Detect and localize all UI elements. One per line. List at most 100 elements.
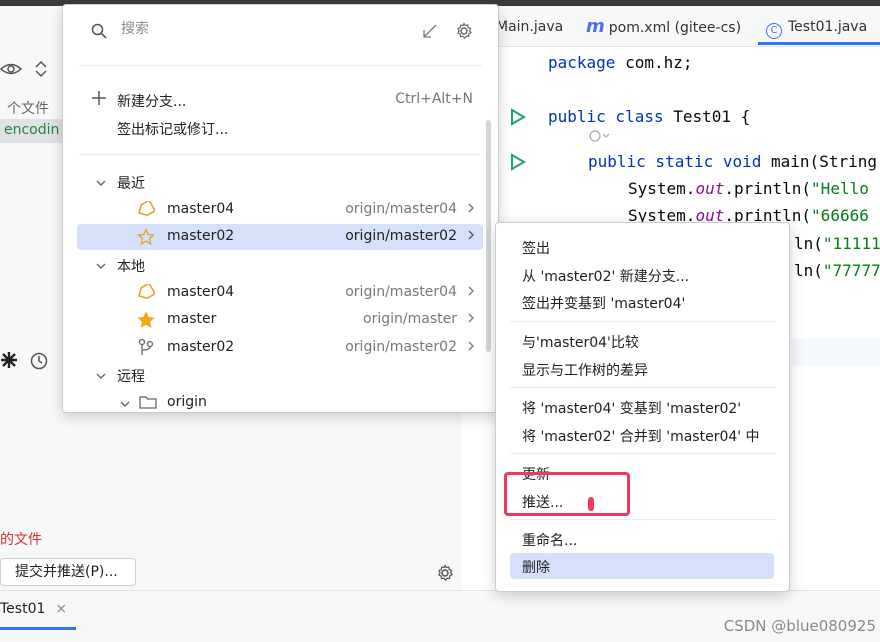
code-line-2: public class Test01 { [548, 107, 750, 126]
tracking-branch: origin/master02 [345, 228, 457, 244]
branch-name: master [167, 311, 217, 327]
tab-label: Test01 [0, 601, 46, 617]
menu-item-show-diff[interactable]: 显示与工作树的差异 [510, 356, 774, 382]
code-line-6: ln("11111 [794, 234, 880, 253]
chevron-right-icon [467, 285, 475, 301]
tab-main-java[interactable]: Main.java [496, 19, 563, 35]
editor-tab-bar: Main.java m pom.xml (gitee-cs) C Test01.ja… [462, 6, 880, 47]
string-literal: "Hello [811, 179, 869, 198]
separator [510, 519, 776, 520]
popup-scrollbar[interactable] [486, 120, 491, 352]
group-label: 本地 [117, 259, 145, 275]
tab-label: pom.xml (gitee-cs) [608, 20, 742, 36]
code-text: com.hz; [615, 53, 693, 72]
separator [79, 65, 482, 66]
branch-row-local-master04[interactable]: master04 origin/master04 [77, 280, 483, 306]
action-label: 签出标记或修订... [117, 122, 229, 138]
tag-icon [137, 199, 157, 221]
menu-item-label: 从 'master02' 新建分支... [522, 269, 690, 285]
maven-icon: m [586, 16, 605, 37]
tracking-branch: origin/master04 [345, 201, 457, 217]
field: out [695, 179, 725, 198]
keyword: public static void [588, 152, 762, 171]
chevron-right-icon [467, 340, 475, 356]
tab-pom-xml[interactable]: m pom.xml (gitee-cs) [586, 16, 741, 37]
menu-item-compare[interactable]: 与'master04'比较 [510, 328, 774, 354]
menu-item-new-branch-from[interactable]: 从 'master02' 新建分支... [510, 262, 774, 288]
gear-icon[interactable] [436, 564, 454, 586]
code-text: ln( [794, 261, 823, 280]
ai-hint-icon[interactable] [588, 129, 612, 147]
plus-icon [91, 90, 107, 110]
menu-item-label: 显示与工作树的差异 [522, 363, 648, 379]
menu-item-checkout[interactable]: 签出 [510, 234, 774, 260]
menu-item-label: 与'master04'比较 [522, 335, 639, 351]
remote-origin-folder[interactable]: origin [77, 390, 483, 412]
new-branch-action[interactable]: 新建分支... Ctrl+Alt+N [77, 87, 483, 113]
group-label: 远程 [117, 369, 145, 385]
string-literal: "11111 [822, 234, 880, 253]
branch-row-local-master02[interactable]: master02 origin/master02 [77, 335, 483, 361]
bottom-tool-bar: Test01 × CSDN @blue080925 [0, 590, 880, 642]
branch-name: master02 [167, 339, 235, 355]
code-line-1: package com.hz; [548, 53, 693, 72]
tracking-branch: origin/master02 [345, 339, 457, 355]
folder-icon [139, 395, 157, 412]
separator [510, 387, 776, 388]
changelist-row[interactable]: encodin [0, 119, 70, 143]
separator [510, 321, 776, 322]
tab-label: Main.java [496, 19, 564, 35]
active-tab-indicator [758, 42, 880, 45]
menu-item-label: 签出 [522, 241, 550, 257]
branch-name: master04 [167, 284, 235, 300]
search-bar [63, 5, 498, 57]
code-text: .println( [724, 179, 812, 198]
search-input[interactable] [119, 20, 403, 38]
menu-item-label: 将 'master02' 合并到 'master04' 中 [522, 429, 760, 445]
run-tab-test01[interactable]: Test01 × [0, 601, 67, 617]
menu-item-delete[interactable]: 删除 [510, 553, 774, 579]
collapse-icon[interactable] [423, 24, 437, 42]
active-tab-indicator [0, 627, 76, 630]
tab-label: Test01.java [788, 19, 868, 35]
settings-gear-icon[interactable] [455, 22, 473, 44]
remote-name: origin [167, 394, 207, 410]
string-literal: "77777 [822, 261, 880, 280]
code-text: main(String [761, 152, 877, 171]
branch-name: master02 [167, 228, 235, 244]
remote-group-header[interactable]: 远程 [77, 362, 483, 388]
eye-icon[interactable] [0, 58, 23, 80]
github-icon[interactable] [0, 351, 18, 373]
commit-and-push-button[interactable]: 提交并推送(P)... [0, 558, 136, 586]
menu-item-rebase[interactable]: 将 'master04' 变基到 'master02' [510, 394, 774, 420]
menu-item-rename[interactable]: 重命名... [510, 526, 774, 552]
code-line-3: public static void main(String [588, 152, 877, 171]
local-group-header[interactable]: 本地 [77, 252, 483, 278]
branch-row-recent-master04[interactable]: master04 origin/master04 [77, 197, 483, 223]
run-class-icon[interactable] [510, 108, 526, 130]
watermark: CSDN @blue080925 [723, 617, 876, 635]
action-label: 新建分支... [117, 94, 187, 110]
checkout-tag-action[interactable]: 签出标记或修订... [77, 115, 483, 141]
expand-collapse-icon[interactable] [34, 60, 48, 82]
group-label: 最近 [117, 176, 145, 192]
menu-item-merge[interactable]: 将 'master02' 合并到 'master04' 中 [510, 422, 774, 448]
tab-test01-java[interactable]: C Test01.java [766, 19, 867, 39]
changelist-row-label: encodin [4, 122, 60, 138]
menu-item-label: 重命名... [522, 533, 578, 549]
tag-icon [137, 282, 157, 304]
recent-group-header[interactable]: 最近 [77, 169, 483, 195]
files-count-label: 个文件 [7, 101, 49, 117]
run-main-icon[interactable] [510, 153, 526, 175]
keyword: package [548, 53, 616, 72]
branch-context-menu: 签出 从 'master02' 新建分支... 签出并变基到 'master04… [495, 222, 790, 592]
close-icon[interactable]: × [55, 601, 67, 617]
menu-item-label: 签出并变基到 'master04' [522, 296, 686, 312]
chevron-right-icon [467, 229, 475, 245]
branch-row-recent-master02[interactable]: master02 origin/master02 [77, 224, 483, 250]
string-literal: "66666 [811, 206, 869, 225]
branch-name: master04 [167, 201, 235, 217]
branch-row-local-master[interactable]: master origin/master [77, 307, 483, 333]
menu-item-checkout-and-rebase[interactable]: 签出并变基到 'master04' [510, 289, 774, 315]
history-clock-icon[interactable] [30, 352, 48, 374]
